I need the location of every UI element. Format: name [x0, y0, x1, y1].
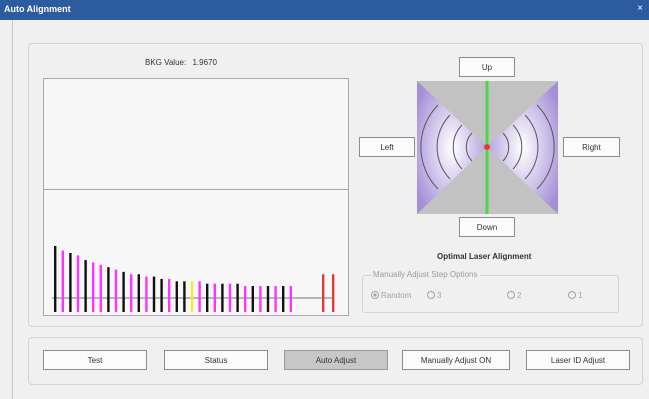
signal-bar: [274, 286, 277, 312]
bkg-label: BKG Value:: [145, 58, 187, 67]
signal-bar: [259, 286, 262, 312]
signal-bar: [282, 286, 285, 312]
signal-bar: [130, 274, 133, 312]
radio-dot: [507, 291, 515, 299]
signal-bar: [198, 281, 201, 312]
signal-graph: [43, 78, 349, 316]
signal-bar: [145, 276, 148, 312]
close-icon[interactable]: ×: [633, 2, 647, 16]
up-button[interactable]: Up: [459, 57, 515, 77]
signal-bar: [160, 278, 163, 312]
down-button[interactable]: Down: [459, 217, 515, 237]
radio-dot: [371, 291, 379, 299]
signal-bar: [322, 274, 325, 312]
signal-bar: [251, 286, 254, 312]
signal-bar: [76, 255, 80, 312]
bkg-readout: BKG Value: 1.9670: [145, 58, 221, 67]
signal-bar: [168, 278, 171, 312]
signal-bar: [107, 267, 110, 312]
signal-bar: [99, 264, 102, 312]
radio-3[interactable]: 3: [427, 291, 441, 300]
laser-dot: [484, 144, 490, 150]
signal-bar: [54, 245, 57, 312]
window-left-border: [0, 20, 13, 399]
title-bar: Auto Alignment ×: [0, 0, 649, 20]
signal-bar: [266, 286, 270, 312]
step-options-legend: Manually Adjust Step Options: [371, 270, 480, 279]
signal-bar: [69, 253, 72, 312]
signal-bar: [289, 286, 292, 312]
radio-2[interactable]: 2: [507, 291, 521, 300]
radio-label: 1: [578, 291, 583, 300]
signal-bar: [332, 274, 335, 312]
signal-bar: [122, 271, 125, 312]
radio-dot: [568, 291, 576, 299]
signal-bar: [221, 283, 224, 312]
alignment-target: [417, 81, 558, 214]
signal-bar: [137, 274, 140, 312]
signal-bars: [52, 245, 335, 312]
signal-bar: [183, 281, 186, 312]
left-button[interactable]: Left: [359, 137, 415, 157]
signal-bar: [175, 281, 178, 312]
radio-label: 2: [517, 291, 522, 300]
signal-bar: [152, 276, 156, 312]
status-button[interactable]: Status: [164, 350, 268, 370]
signal-bar: [61, 250, 64, 312]
signal-bar: [228, 283, 232, 312]
window-title: Auto Alignment: [4, 4, 71, 14]
step-options-group: Manually Adjust Step Options Random 3 2 …: [362, 270, 619, 313]
radio-random[interactable]: Random: [371, 291, 411, 300]
right-button[interactable]: Right: [563, 137, 620, 157]
manually-adjust-button[interactable]: Manually Adjust ON: [402, 350, 510, 370]
signal-bar: [84, 260, 87, 312]
radio-label: 3: [437, 291, 442, 300]
signal-bar: [114, 269, 118, 312]
signal-bar: [190, 281, 194, 312]
bkg-value: 1.9670: [192, 58, 217, 67]
alignment-caption: Optimal Laser Alignment: [437, 252, 532, 261]
radio-label: Random: [381, 291, 412, 300]
auto-adjust-button[interactable]: Auto Adjust: [284, 350, 388, 370]
signal-bar: [236, 283, 239, 312]
signal-bar: [244, 286, 247, 312]
signal-bar: [92, 262, 95, 312]
signal-bar: [206, 283, 209, 312]
test-button[interactable]: Test: [43, 350, 147, 370]
radio-1[interactable]: 1: [568, 291, 582, 300]
radio-dot: [427, 291, 435, 299]
laser-id-adjust-button[interactable]: Laser ID Adjust: [526, 350, 630, 370]
signal-bar: [213, 283, 216, 312]
